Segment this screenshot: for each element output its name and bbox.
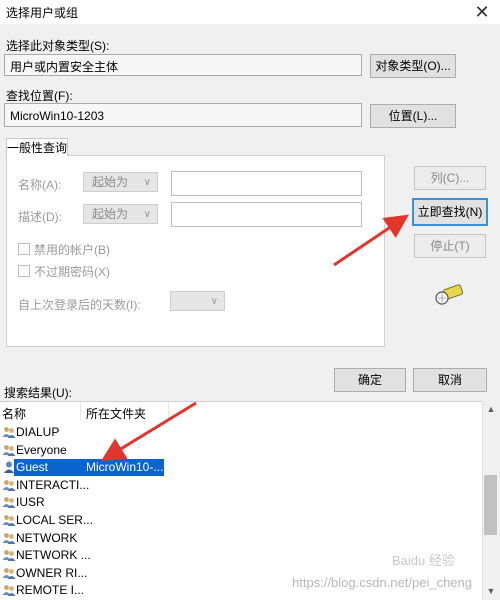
row-name: REMOTE I...: [16, 583, 85, 597]
stop-button[interactable]: 停止(T): [414, 234, 486, 258]
column-divider[interactable]: [80, 403, 81, 420]
locations-button[interactable]: 位置(L)...: [370, 104, 456, 128]
location-field: MicroWin10-1203: [4, 103, 362, 127]
description-input[interactable]: [171, 202, 362, 227]
chevron-down-icon: ∨: [143, 209, 151, 220]
window-title: 选择用户或组: [6, 6, 79, 20]
list-item[interactable]: NETWORK: [0, 530, 480, 547]
chevron-down-icon: ∨: [210, 296, 218, 307]
columns-button[interactable]: 列(C)...: [414, 166, 486, 190]
list-item[interactable]: Everyone: [0, 442, 480, 459]
row-name: NETWORK ...: [16, 548, 91, 562]
row-name: LOCAL SER...: [16, 513, 93, 527]
column-header-name[interactable]: 名称: [2, 405, 26, 422]
days-since-login-label: 自上次登录后的天数(I):: [18, 298, 141, 312]
row-name: INTERACTI...: [16, 478, 90, 492]
search-flashlight-icon: [435, 284, 464, 305]
group-icon: [2, 515, 16, 526]
row-name: OWNER RI...: [16, 566, 88, 580]
object-type-label: 选择此对象类型(S):: [6, 39, 110, 53]
object-type-field: 用户或内置安全主体: [4, 54, 362, 76]
chevron-down-icon: ∨: [143, 177, 151, 188]
description-mode-value: 起始为: [92, 207, 129, 221]
tab-common-queries[interactable]: 一般性查询: [6, 138, 68, 156]
row-name: IUSR: [16, 495, 45, 509]
close-icon[interactable]: ✕: [470, 2, 494, 22]
non-expiring-password-checkbox[interactable]: [18, 265, 30, 277]
results-label: 搜索结果(U):: [4, 386, 72, 400]
column-header-folder[interactable]: 所在文件夹: [86, 405, 146, 422]
name-label: 名称(A):: [18, 178, 62, 192]
user-icon: [4, 461, 14, 473]
days-since-login-select[interactable]: ∨: [170, 291, 225, 311]
watermark-url: https://blog.csdn.net/pei_cheng: [292, 575, 472, 590]
group-icon: [2, 533, 16, 544]
scroll-up-icon[interactable]: ▲: [482, 404, 500, 414]
name-mode-value: 起始为: [92, 175, 129, 189]
group-icon: [2, 550, 16, 561]
select-users-dialog: 选择用户或组 ✕ 选择此对象类型(S): 用户或内置安全主体 对象类型(O)..…: [0, 0, 500, 600]
group-icon: [2, 445, 16, 456]
scrollbar-thumb[interactable]: [484, 475, 497, 535]
row-name: DIALUP: [16, 425, 60, 439]
watermark-logo: Baidu 经验: [392, 553, 455, 568]
group-icon: [2, 568, 16, 579]
disabled-accounts-checkbox[interactable]: [18, 243, 30, 255]
group-icon: [2, 585, 16, 596]
object-types-button[interactable]: 对象类型(O)...: [370, 54, 456, 78]
list-item[interactable]: DIALUP: [0, 424, 480, 441]
list-item[interactable]: INTERACTI...: [0, 477, 480, 494]
group-icon: [2, 480, 16, 491]
row-name: Guest: [16, 460, 49, 474]
disabled-accounts-label: 禁用的帐户(B): [34, 243, 110, 257]
list-item[interactable]: Guest MicroWin10-...: [0, 459, 480, 476]
description-label: 描述(D):: [18, 210, 62, 224]
ok-button[interactable]: 确定: [334, 368, 406, 392]
row-name: NETWORK: [16, 531, 78, 545]
group-icon: [2, 427, 16, 438]
find-now-button[interactable]: 立即查找(N): [412, 198, 488, 226]
row-name: Everyone: [16, 443, 67, 457]
list-item[interactable]: LOCAL SER...: [0, 512, 480, 529]
list-item[interactable]: IUSR: [0, 494, 480, 511]
column-divider[interactable]: [168, 403, 169, 420]
name-mode-select[interactable]: 起始为 ∨: [83, 172, 158, 192]
description-mode-select[interactable]: 起始为 ∨: [83, 204, 158, 224]
group-icon: [2, 497, 16, 508]
row-folder: MicroWin10-...: [86, 460, 164, 474]
non-expiring-password-label: 不过期密码(X): [34, 265, 110, 279]
cancel-button[interactable]: 取消: [413, 368, 487, 392]
name-input[interactable]: [171, 171, 362, 196]
location-label: 查找位置(F):: [6, 89, 73, 103]
scroll-down-icon[interactable]: ▼: [482, 586, 500, 596]
